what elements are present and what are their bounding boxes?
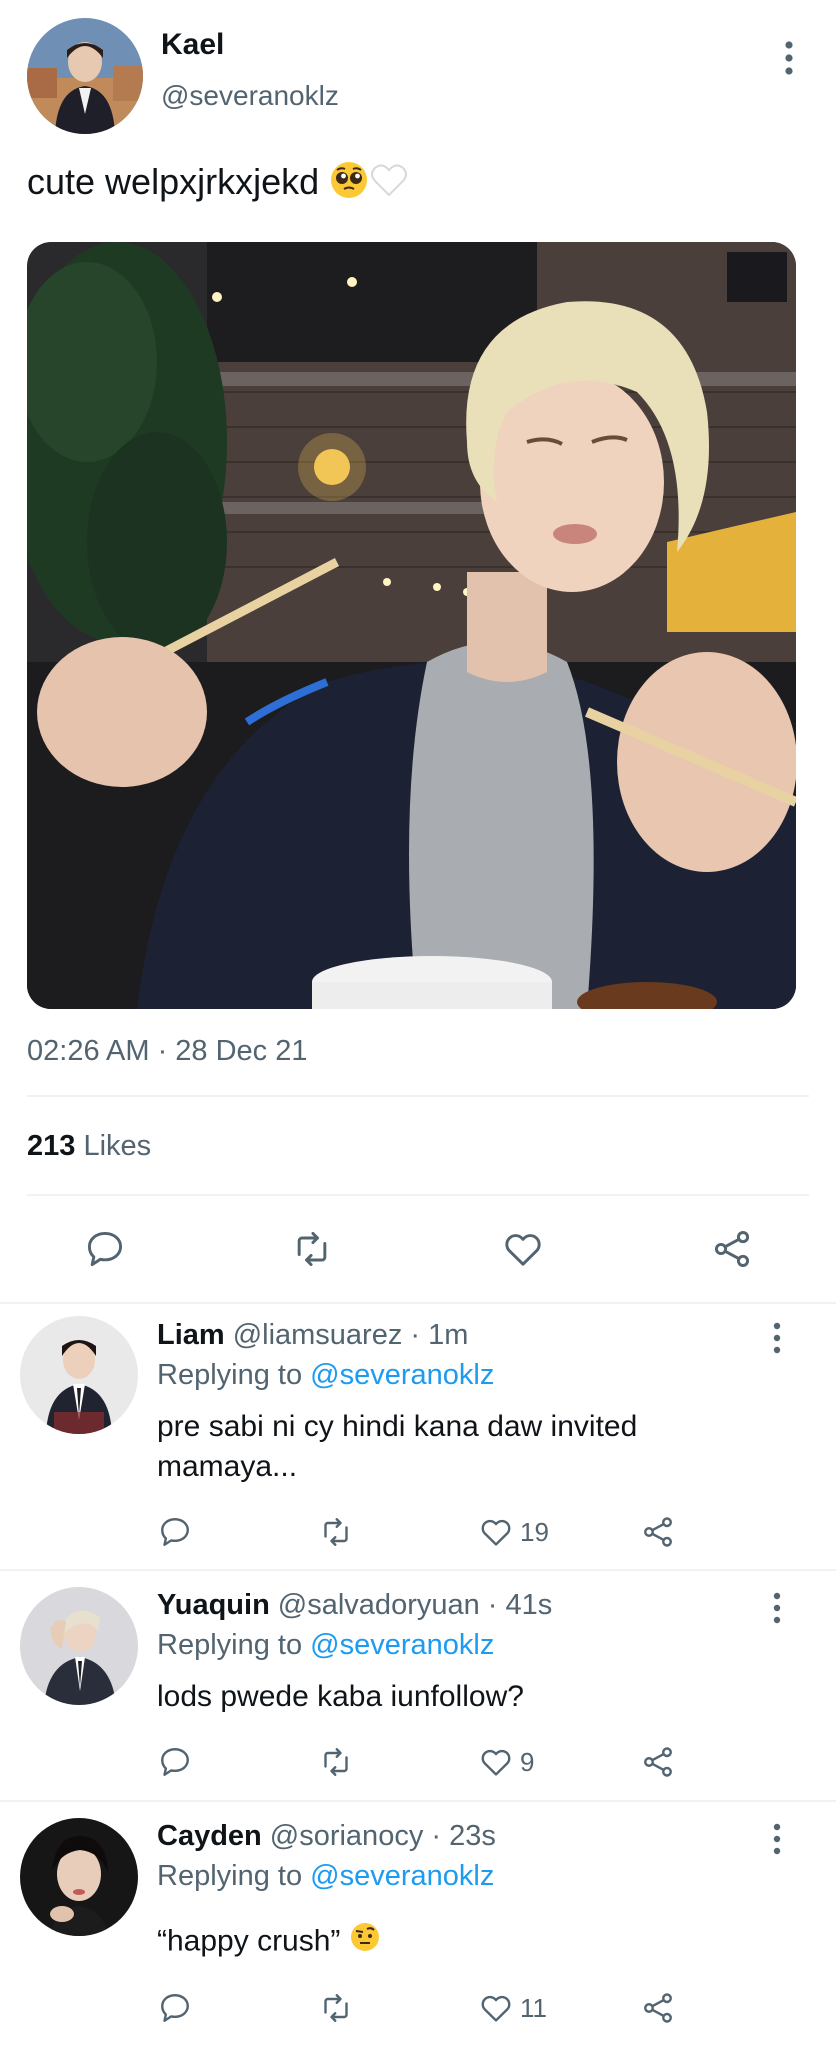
reply-button[interactable] bbox=[157, 1742, 193, 1782]
replying-prefix: Replying to bbox=[157, 1629, 303, 1661]
heart-icon bbox=[505, 1234, 541, 1266]
reply-handle-time[interactable]: @salvadoryuan · 41s bbox=[278, 1589, 552, 1621]
retweet-icon bbox=[324, 1994, 348, 2022]
share-button[interactable] bbox=[706, 1223, 758, 1275]
share-button[interactable] bbox=[640, 1512, 676, 1552]
divider bbox=[27, 1194, 809, 1196]
reply-icon bbox=[87, 1231, 123, 1267]
replying-to: Replying to @severanoklz bbox=[157, 1629, 494, 1662]
reply-avatar[interactable] bbox=[20, 1587, 138, 1705]
tweet-text-content: cute welpxjrkxjekd bbox=[27, 161, 320, 203]
reply-handle-time[interactable]: @liamsuarez · 1m bbox=[233, 1319, 469, 1351]
heart-icon bbox=[481, 1749, 511, 1776]
reply-avatar[interactable] bbox=[20, 1316, 138, 1434]
reply-header: Liam @liamsuarez · 1m bbox=[157, 1319, 468, 1352]
retweet-button[interactable] bbox=[318, 1988, 354, 2028]
raised-eyebrow-emoji bbox=[349, 1921, 381, 1964]
retweet-button[interactable] bbox=[318, 1512, 354, 1552]
reply-text: lods pwede kaba iunfollow? bbox=[157, 1680, 524, 1713]
replying-to-link[interactable]: @severanoklz bbox=[310, 1629, 494, 1661]
more-options-icon[interactable] bbox=[778, 38, 800, 78]
author-avatar[interactable] bbox=[27, 18, 143, 134]
reply-header: Cayden @sorianocy · 23s bbox=[157, 1820, 496, 1853]
tweet-text: cute welpxjrkxjekd bbox=[27, 160, 409, 209]
reply-icon bbox=[161, 1994, 189, 2022]
heart-icon bbox=[481, 1519, 511, 1546]
like-button[interactable]: 9 bbox=[478, 1742, 534, 1782]
more-options-icon[interactable] bbox=[768, 1822, 786, 1856]
reply-author-name[interactable]: Yuaquin bbox=[157, 1589, 270, 1621]
like-count: 19 bbox=[520, 1516, 549, 1547]
share-icon bbox=[644, 1517, 672, 1547]
reply-text-content: “happy crush” bbox=[157, 1924, 341, 1958]
like-button[interactable]: 19 bbox=[478, 1512, 549, 1552]
retweet-icon bbox=[324, 1518, 348, 1546]
replying-to: Replying to @severanoklz bbox=[157, 1860, 494, 1893]
pleading-face-emoji bbox=[329, 160, 369, 209]
reply-avatar[interactable] bbox=[20, 1818, 138, 1936]
replying-prefix: Replying to bbox=[157, 1860, 303, 1892]
tweet-photo[interactable] bbox=[27, 242, 796, 1009]
share-icon bbox=[714, 1231, 750, 1267]
white-heart-emoji bbox=[369, 160, 409, 209]
share-icon bbox=[644, 1993, 672, 2023]
divider bbox=[0, 1569, 836, 1571]
like-button[interactable] bbox=[497, 1223, 549, 1275]
more-options-icon[interactable] bbox=[768, 1321, 786, 1355]
reply-icon bbox=[161, 1748, 189, 1776]
author-handle[interactable]: @severanoklz bbox=[161, 80, 339, 112]
share-button[interactable] bbox=[640, 1988, 676, 2028]
likes-count: 213 bbox=[27, 1130, 76, 1162]
author-name[interactable]: Kael bbox=[161, 28, 224, 62]
reply-text: pre sabi ni cy hindi kana daw invited ma… bbox=[157, 1410, 638, 1483]
replying-to: Replying to @severanoklz bbox=[157, 1359, 494, 1392]
replying-to-link[interactable]: @severanoklz bbox=[310, 1860, 494, 1892]
heart-icon bbox=[481, 1995, 511, 2022]
more-options-icon[interactable] bbox=[768, 1591, 786, 1625]
share-icon bbox=[644, 1747, 672, 1777]
reply-author-name[interactable]: Liam bbox=[157, 1319, 225, 1351]
reply-icon bbox=[161, 1518, 189, 1546]
like-count: 11 bbox=[520, 1992, 547, 2023]
reply-text: “happy crush” bbox=[157, 1921, 777, 1964]
reply-author-name[interactable]: Cayden bbox=[157, 1820, 262, 1852]
reply-handle-time[interactable]: @sorianocy · 23s bbox=[270, 1820, 496, 1852]
divider bbox=[0, 1302, 836, 1304]
reply-header: Yuaquin @salvadoryuan · 41s bbox=[157, 1589, 552, 1622]
retweet-button[interactable] bbox=[286, 1223, 338, 1275]
divider bbox=[27, 1095, 809, 1097]
share-button[interactable] bbox=[640, 1742, 676, 1782]
replying-prefix: Replying to bbox=[157, 1359, 303, 1391]
reply-button[interactable] bbox=[157, 1988, 193, 2028]
retweet-button[interactable] bbox=[318, 1742, 354, 1782]
like-count: 9 bbox=[520, 1746, 535, 1777]
tweet-timestamp[interactable]: 02:26 AM · 28 Dec 21 bbox=[27, 1035, 308, 1068]
like-button[interactable]: 11 bbox=[478, 1988, 547, 2028]
divider bbox=[0, 1800, 836, 1802]
reply-button[interactable] bbox=[79, 1223, 131, 1275]
retweet-icon bbox=[324, 1748, 348, 1776]
replying-to-link[interactable]: @severanoklz bbox=[310, 1359, 494, 1391]
likes-summary[interactable]: 213 Likes bbox=[27, 1130, 151, 1163]
reply-button[interactable] bbox=[157, 1512, 193, 1552]
likes-label: Likes bbox=[83, 1130, 152, 1162]
retweet-icon bbox=[297, 1231, 327, 1267]
